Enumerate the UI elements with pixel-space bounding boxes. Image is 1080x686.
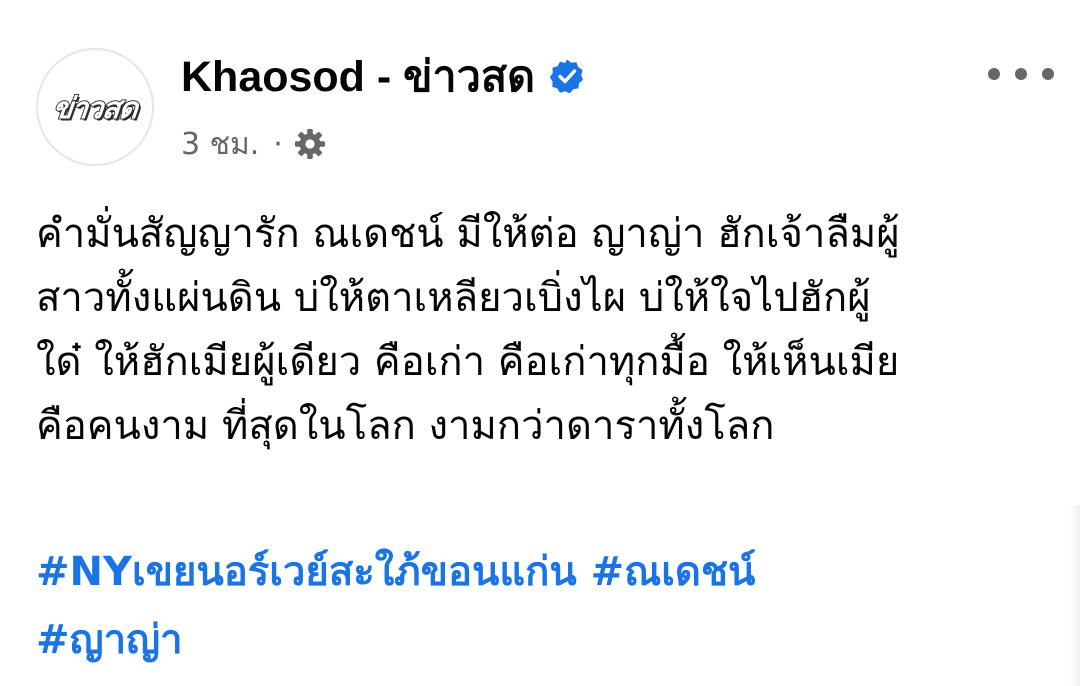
post-timestamp[interactable]: 3 ชม.: [181, 121, 259, 168]
post-text-line: สาวทั้งแผ่นดิน บ่ให้ตาเหลียวเบิ่งไผ บ่ให…: [36, 275, 871, 321]
hashtag-link[interactable]: #NYเขยนอร์เวย์สะใภ้ขอนแก่น: [36, 549, 577, 595]
post-message: คำมั่นสัญญารัก ณเดชน์ มีให้ต่อ ญาญ่า ฮัก…: [36, 202, 1056, 458]
page-avatar[interactable]: ข่าวสด: [36, 48, 154, 166]
hashtag-row: #ญาญ่า: [36, 606, 1056, 674]
post-text-line: คือคนงาม ที่สุดในโลก งามกว่าดาราทั้งโลก: [36, 403, 775, 449]
post-header: ข่าวสด Khaosod - ข่าวสด 3 ชม. ·: [0, 0, 1080, 200]
hashtag-list: #NYเขยนอร์เวย์สะใภ้ขอนแก่น #ณเดชน์ #ญาญ่…: [36, 538, 1056, 674]
more-dots-icon: [988, 68, 1000, 80]
meta-separator: ·: [273, 126, 283, 162]
gear-icon[interactable]: [293, 127, 327, 161]
hashtag-row: #NYเขยนอร์เวย์สะใภ้ขอนแก่น #ณเดชน์: [36, 538, 1056, 606]
post-text-line: คำมั่นสัญญารัก ณเดชน์ มีให้ต่อ ญาญ่า ฮัก…: [36, 211, 900, 257]
verified-badge-icon: [549, 58, 585, 94]
post-meta-row: 3 ชม. ·: [181, 120, 327, 168]
post-body: คำมั่นสัญญารัก ณเดชน์ มีให้ต่อ ญาญ่า ฮัก…: [36, 202, 1056, 458]
scroll-edge-shadow: [1070, 505, 1080, 686]
post-text-line: ใด๋ ให้ฮักเมียผู้เดียว คือเก่า คือเก่าทุ…: [36, 339, 900, 385]
page-name-row: Khaosod - ข่าวสด: [181, 48, 585, 104]
hashtag-link[interactable]: #ณเดชน์: [591, 549, 756, 595]
page-name-link[interactable]: Khaosod - ข่าวสด: [181, 42, 535, 110]
more-options-button[interactable]: [988, 52, 1054, 96]
more-dots-icon: [1042, 68, 1054, 80]
hashtag-link[interactable]: #ญาญ่า: [36, 617, 183, 663]
more-dots-icon: [1015, 68, 1027, 80]
avatar-logo-text: ข่าวสด: [50, 90, 140, 126]
